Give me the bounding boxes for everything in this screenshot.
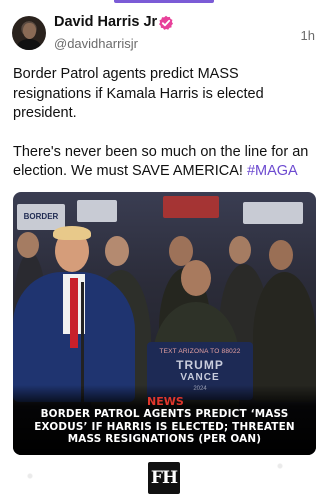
brand-logo: FH	[148, 462, 180, 494]
verified-badge-icon	[159, 15, 173, 30]
crowd-sign	[163, 196, 219, 218]
podium-text-line: TEXT ARIZONA TO 88022	[159, 348, 241, 355]
person-head	[105, 236, 129, 266]
crowd-sign	[77, 200, 117, 222]
top-accent-bar	[114, 0, 214, 3]
post-paragraph-2: There's never been so much on the line f…	[13, 143, 318, 182]
post-image[interactable]: BORDER TEXT ARIZONA TO 88022 TRUMP VANCE…	[13, 192, 316, 455]
post-body: Border Patrol agents predict MASS resign…	[13, 65, 318, 201]
image-caption: BORDER PATROL AGENTS PREDICT ‘MASS EXODU…	[34, 408, 295, 445]
speaker-tie	[70, 278, 78, 348]
author-name[interactable]: David Harris Jr	[54, 14, 157, 30]
post-card: David Harris Jr @davidharrisjr 1h Border…	[0, 0, 329, 500]
person-head	[269, 240, 293, 270]
hashtag-link[interactable]: #MAGA	[247, 163, 298, 179]
crowd-sign	[243, 202, 303, 224]
post-paragraph-1: Border Patrol agents predict MASS resign…	[13, 66, 264, 121]
avatar-face	[23, 23, 36, 39]
caption-tag: NEWS	[147, 395, 184, 408]
podium-text-line: TRUMP	[176, 358, 224, 372]
author-handle[interactable]: @davidharrisjr	[54, 36, 138, 51]
microphone-stand	[81, 282, 84, 402]
podium-text-line: VANCE	[180, 372, 220, 383]
person-head	[17, 232, 39, 258]
avatar[interactable]	[12, 16, 46, 50]
avatar-body	[17, 39, 41, 50]
speaker-hair	[53, 226, 91, 240]
post-time[interactable]: 1h	[301, 28, 315, 43]
crowd-sign: BORDER	[17, 204, 65, 230]
person-head	[229, 236, 251, 264]
center-head	[181, 260, 211, 296]
person-figure	[253, 272, 316, 402]
